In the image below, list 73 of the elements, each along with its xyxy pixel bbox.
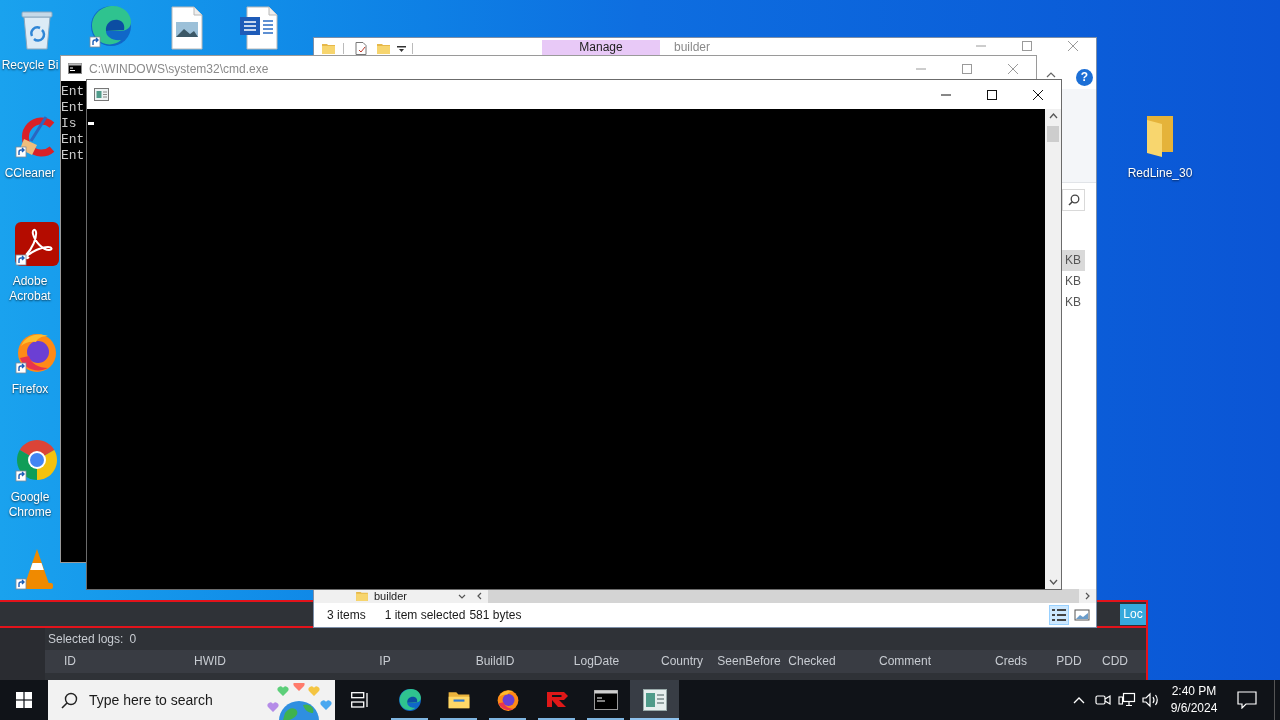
console-output-line: Ent	[61, 100, 85, 116]
terminal-icon	[68, 63, 82, 74]
search-field[interactable]: Type here to search	[48, 680, 335, 720]
chevron-down-icon[interactable]	[1048, 579, 1058, 585]
vertical-scrollbar[interactable]	[1045, 109, 1061, 589]
wave-logo-icon	[397, 688, 422, 712]
window-title: builder	[674, 40, 711, 55]
wave-logo-icon[interactable]	[89, 4, 133, 48]
selected-logs-label: Selected logs:	[48, 631, 124, 648]
clock-time[interactable]: 2:40 PM	[1171, 683, 1217, 700]
scroll-right-button[interactable]	[1079, 589, 1096, 603]
pdf-logo-icon[interactable]	[15, 222, 59, 266]
column-header[interactable]: SeenBefore	[716, 650, 782, 673]
column-header[interactable]: ID	[45, 650, 95, 673]
details-view-icon	[1051, 607, 1067, 623]
console-output-line: Ent	[61, 84, 85, 100]
status-text: 581 bytes	[469, 607, 522, 624]
column-header[interactable]: PDD	[1054, 650, 1084, 673]
navigation-item[interactable]: builder	[374, 589, 408, 603]
column-header[interactable]: Comment	[842, 650, 968, 673]
chevron-up-icon[interactable]	[1046, 72, 1056, 78]
status-text: 1 item selected	[384, 607, 466, 624]
window-title: C:\WINDOWS\system32\cmd.exe	[89, 60, 269, 78]
close-icon	[1033, 89, 1043, 100]
maximize-icon	[962, 63, 972, 74]
console-output-line: Is	[61, 116, 77, 132]
close-icon	[1068, 41, 1078, 51]
close-icon	[1008, 63, 1018, 74]
search-field[interactable]	[1062, 189, 1085, 211]
chevron-up-icon	[1073, 696, 1085, 704]
camera-icon	[1095, 693, 1111, 707]
chevron-right-icon	[1085, 592, 1090, 600]
view-button[interactable]	[1049, 605, 1069, 625]
column-header[interactable]: HWID	[95, 650, 325, 673]
ribbon-context-tab[interactable]: Manage	[542, 40, 660, 55]
task-view-icon	[351, 692, 369, 708]
column-header[interactable]: Country	[648, 650, 716, 673]
terminal-icon	[593, 690, 618, 710]
column-header[interactable]: BuildID	[445, 650, 545, 673]
search-icon	[1067, 194, 1080, 206]
chevron-left-icon	[476, 592, 482, 600]
notification-icon	[1237, 691, 1257, 709]
file-size-cell[interactable]: KB	[1062, 250, 1085, 271]
start-logo-icon	[16, 692, 32, 708]
console-output-line: Ent	[61, 148, 85, 164]
app-window-icon	[642, 689, 667, 711]
column-header[interactable]: Checked	[782, 650, 842, 673]
maximize-icon	[987, 89, 997, 100]
column-header[interactable]: IP	[325, 650, 445, 673]
console-output-line: Ent	[61, 132, 85, 148]
column-header[interactable]: LogDate	[545, 650, 648, 673]
taskbar-button[interactable]	[630, 680, 679, 720]
clock-date[interactable]: 9/6/2024	[1170, 700, 1218, 717]
app-window-icon	[94, 88, 109, 101]
page-check-icon[interactable]	[355, 42, 367, 55]
chevron-down-icon	[458, 593, 466, 599]
scrollbar-thumb[interactable]	[1047, 126, 1059, 142]
browser-logo-icon[interactable]	[15, 438, 59, 482]
chevron-up-icon[interactable]	[1048, 113, 1058, 119]
volume-icon	[1142, 692, 1160, 708]
text-cursor	[88, 122, 94, 125]
column-header[interactable]: CDD	[1084, 650, 1146, 673]
selected-logs-count: 0	[129, 631, 137, 648]
help-button[interactable]: ?	[1076, 69, 1093, 86]
fox-logo-icon	[495, 688, 520, 712]
thumbnail-view-icon	[1074, 607, 1090, 623]
maximize-icon	[1022, 41, 1032, 51]
icon-label[interactable]: RedLine_30	[1127, 166, 1193, 181]
status-text: 3 items	[327, 607, 366, 624]
network-icon	[1118, 692, 1136, 708]
search-icon	[61, 692, 78, 709]
column-header[interactable]: Creds	[968, 650, 1054, 673]
toolbar-menu-icon[interactable]	[397, 44, 406, 53]
